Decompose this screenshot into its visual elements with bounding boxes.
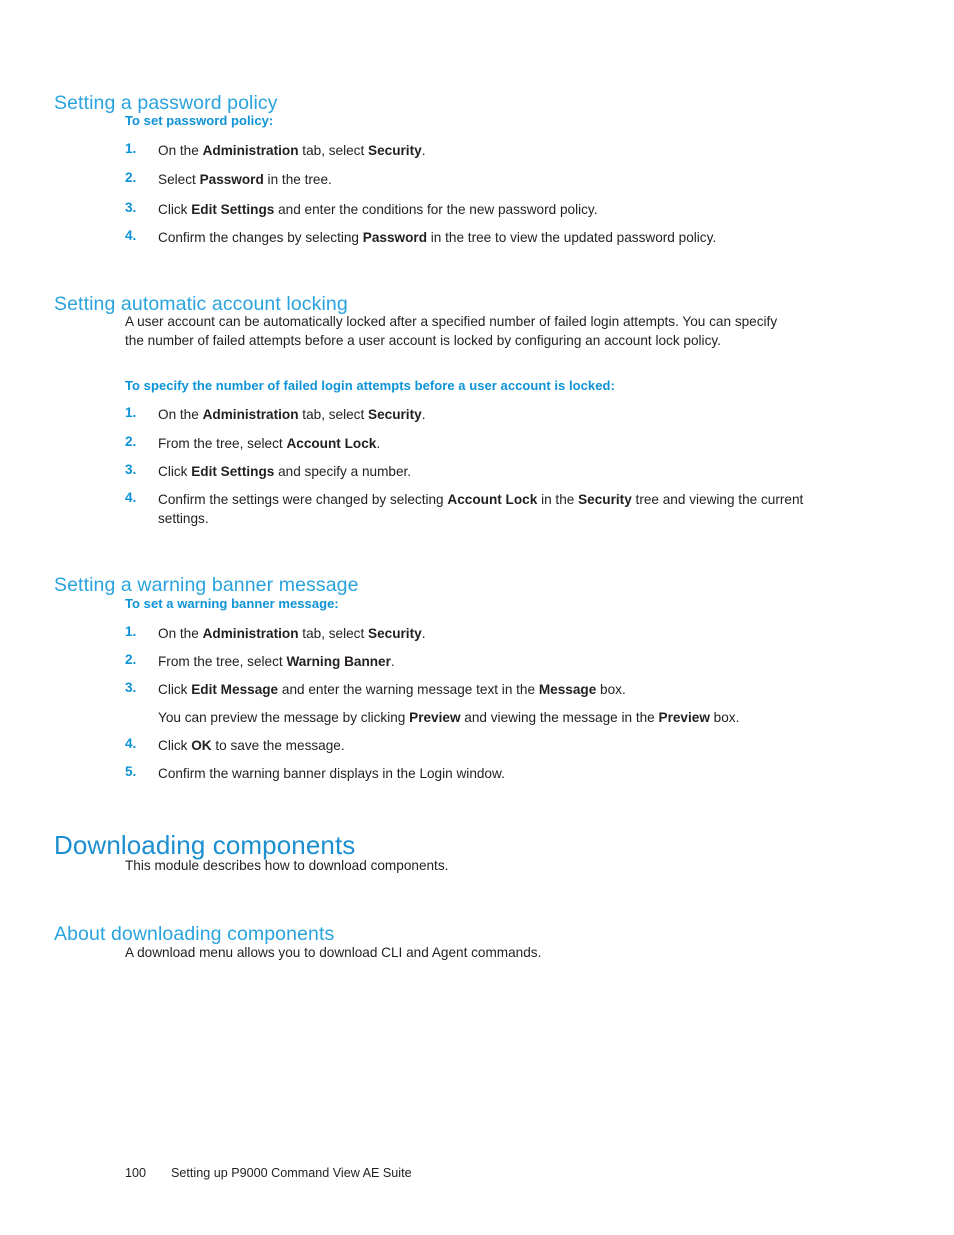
subheading-to-set-a-warning-banner-message: To set a warning banner message: <box>125 596 339 611</box>
step-text: Confirm the changes by selecting Passwor… <box>158 230 717 245</box>
step-number: 2. <box>125 170 137 185</box>
step-text: Confirm the settings were changed by sel… <box>158 492 804 526</box>
step-text: From the tree, select Account Lock. <box>158 436 381 451</box>
step-number: 3. <box>125 462 137 477</box>
step-number: 2. <box>125 434 137 449</box>
step-number: 4. <box>125 228 137 243</box>
list-item: 4. Confirm the settings were changed by … <box>125 490 815 528</box>
list-item: 1. On the Administration tab, select Sec… <box>125 405 425 424</box>
step-text: From the tree, select Warning Banner. <box>158 654 395 669</box>
step-text: Click Edit Message and enter the warning… <box>158 682 626 697</box>
step-number: 1. <box>125 405 137 420</box>
paragraph-about-downloading-intro: A download menu allows you to download C… <box>125 945 542 960</box>
step-number: 2. <box>125 652 137 667</box>
step-number: 3. <box>125 680 137 695</box>
page-number: 100 <box>125 1166 147 1180</box>
step-number: 1. <box>125 141 137 156</box>
list-item: 4. Click OK to save the message. <box>125 736 345 755</box>
step-text: Select Password in the tree. <box>158 172 332 187</box>
list-item: 2. From the tree, select Account Lock. <box>125 434 380 453</box>
paragraph-downloading-components-intro: This module describes how to download co… <box>125 858 449 873</box>
heading-setting-a-warning-banner-message: Setting a warning banner message <box>54 574 359 597</box>
subheading-to-specify-failed-login-attempts: To specify the number of failed login at… <box>125 378 615 393</box>
step-number: 4. <box>125 490 137 505</box>
list-item: 3. Click Edit Settings and specify a num… <box>125 462 411 481</box>
heading-about-downloading-components: About downloading components <box>54 923 335 946</box>
step-text: Click OK to save the message. <box>158 738 345 753</box>
step-number: 1. <box>125 624 137 639</box>
step-text: On the Administration tab, select Securi… <box>158 407 426 422</box>
list-item: 1. On the Administration tab, select Sec… <box>125 624 425 643</box>
step-number: 4. <box>125 736 137 751</box>
subheading-to-set-password-policy: To set password policy: <box>125 113 274 128</box>
step-number: 3. <box>125 200 137 215</box>
step-text: Click Edit Settings and specify a number… <box>158 464 412 479</box>
step-text: On the Administration tab, select Securi… <box>158 626 426 641</box>
list-item: 2. From the tree, select Warning Banner. <box>125 652 395 671</box>
step-note-preview-message: You can preview the message by clicking … <box>158 710 740 725</box>
list-item: 3. Click Edit Settings and enter the con… <box>125 200 597 219</box>
step-text: On the Administration tab, select Securi… <box>158 143 426 158</box>
step-number: 5. <box>125 764 137 779</box>
heading-setting-a-password-policy: Setting a password policy <box>54 92 278 115</box>
page-footer: 100 Setting up P9000 Command View AE Suit… <box>125 1166 412 1180</box>
list-item: 2. Select Password in the tree. <box>125 170 332 189</box>
list-item: 5. Confirm the warning banner displays i… <box>125 764 505 783</box>
paragraph-account-locking-intro: A user account can be automatically lock… <box>125 314 778 348</box>
step-text: Click Edit Settings and enter the condit… <box>158 202 598 217</box>
footer-title: Setting up P9000 Command View AE Suite <box>171 1166 412 1180</box>
document-page: Setting a password policy To set passwor… <box>0 0 954 1235</box>
list-item: 3. Click Edit Message and enter the warn… <box>125 680 626 699</box>
list-item: 4. Confirm the changes by selecting Pass… <box>125 228 716 247</box>
list-item: 1. On the Administration tab, select Sec… <box>125 141 425 160</box>
step-text: Confirm the warning banner displays in t… <box>158 766 505 781</box>
